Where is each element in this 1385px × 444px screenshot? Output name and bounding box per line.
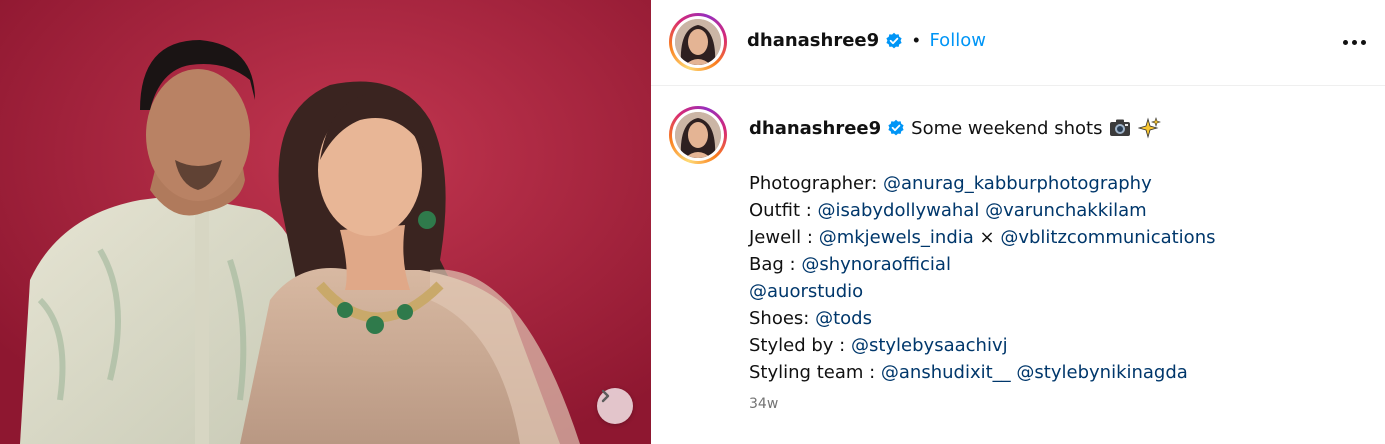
follow-button[interactable]: Follow: [929, 30, 985, 51]
caption-line-label: Styling team :: [749, 362, 881, 383]
caption-line: Jewell : @mkjewels_india × @vblitzcommun…: [749, 224, 1215, 251]
caption-line-label: Photographer:: [749, 173, 883, 194]
separator-dot: •: [913, 30, 920, 50]
caption-line: @auorstudio: [749, 278, 1215, 305]
mention-joiner: ×: [973, 227, 1001, 248]
caption-line: Photographer: @anurag_kabburphotography: [749, 170, 1215, 197]
post-header: dhanashree9 • Follow: [651, 0, 1385, 86]
sparkles-emoji-icon: [1138, 117, 1162, 139]
post-details-panel: dhanashree9 • Follow dhanashree9 Some we…: [651, 0, 1385, 444]
next-photo-button[interactable]: [597, 388, 633, 424]
post-timestamp[interactable]: 34w: [749, 396, 778, 412]
header-username[interactable]: dhanashree9: [747, 30, 879, 51]
avatar-image: [675, 112, 721, 158]
mention-link[interactable]: @anurag_kabburphotography: [883, 173, 1152, 194]
caption-line: Outfit : @isabydollywahal @varunchakkila…: [749, 197, 1215, 224]
caption-line: Styling team : @anshudixit__ @stylebynik…: [749, 359, 1215, 386]
caption-line-label: Bag :: [749, 254, 802, 275]
mention-link[interactable]: @shynoraofficial: [801, 254, 951, 275]
mention-link[interactable]: @varunchakkilam: [985, 200, 1147, 221]
caption-line: Styled by : @stylebysaachivj: [749, 332, 1215, 359]
caption-line-label: Jewell :: [749, 227, 819, 248]
mention-link[interactable]: @stylebynikinagda: [1016, 362, 1187, 383]
caption-text: Some weekend shots: [911, 117, 1103, 139]
camera-emoji-icon: [1110, 119, 1131, 136]
verified-badge-icon: [886, 32, 902, 48]
mention-link[interactable]: @vblitzcommunications: [1000, 227, 1215, 248]
mention-link[interactable]: @auorstudio: [749, 281, 863, 302]
caption-line: Shoes: @tods: [749, 305, 1215, 332]
more-options-icon[interactable]: [1339, 30, 1369, 54]
chevron-right-icon: [601, 389, 610, 403]
caption-line-label: Styled by :: [749, 335, 851, 356]
avatar[interactable]: [669, 13, 727, 71]
verified-badge-icon: [888, 119, 904, 136]
post-image: [0, 0, 651, 444]
avatar-image: [675, 19, 721, 65]
caption-line-label: Outfit :: [749, 200, 818, 221]
caption-line-label: Shoes:: [749, 308, 816, 329]
caption-avatar[interactable]: [669, 106, 727, 164]
caption-line: Bag : @shynoraofficial: [749, 251, 1215, 278]
caption-credits: Photographer: @anurag_kabburphotography O…: [749, 170, 1215, 386]
mention-link[interactable]: @tods: [815, 308, 872, 329]
mention-link[interactable]: @isabydollywahal: [818, 200, 980, 221]
caption-block: dhanashree9 Some weekend shots Photograp…: [651, 86, 1385, 444]
mention-link[interactable]: @anshudixit__: [881, 362, 1011, 383]
post-photo[interactable]: [0, 0, 651, 444]
mention-link[interactable]: @stylebysaachivj: [851, 335, 1008, 356]
caption-username[interactable]: dhanashree9: [749, 118, 881, 139]
mention-link[interactable]: @mkjewels_india: [819, 227, 974, 248]
